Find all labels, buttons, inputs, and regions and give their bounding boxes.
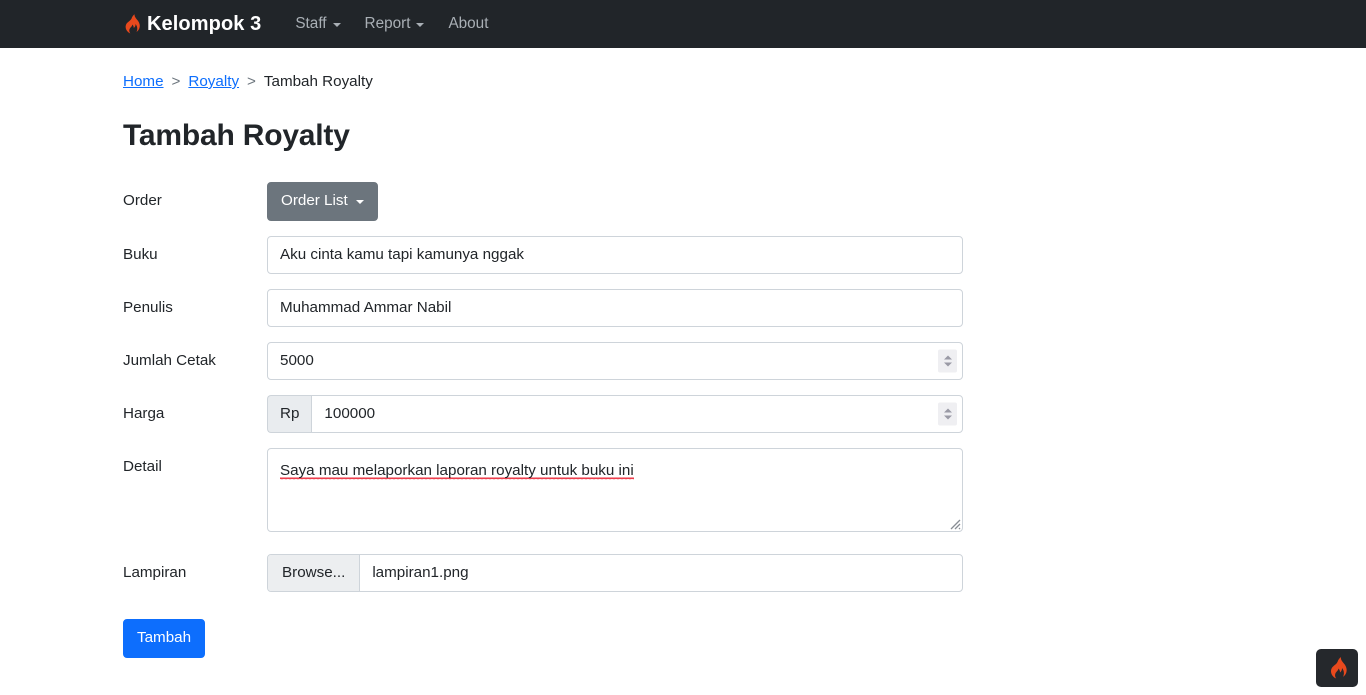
field-detail: Saya mau melaporkan laporan royalty untu… (267, 447, 963, 532)
breadcrumb-item-current: Tambah Royalty (263, 73, 373, 90)
form-row-harga: Harga Rp (123, 394, 1243, 433)
breadcrumb-item-home[interactable]: Home (123, 73, 164, 90)
stepper-up-icon[interactable] (943, 355, 952, 360)
form-row-lampiran: Lampiran Browse... lampiran1.png (123, 553, 1243, 592)
field-order: Order List (267, 182, 963, 221)
lampiran-file-input[interactable]: Browse... lampiran1.png (267, 553, 963, 592)
breadcrumb-separator: > (171, 73, 181, 90)
field-harga: Rp (267, 394, 963, 433)
label-lampiran: Lampiran (123, 563, 187, 581)
brand-logo-link[interactable]: Kelompok 3 (123, 13, 261, 36)
harga-currency-prefix: Rp (267, 394, 312, 433)
jumlah-cetak-input[interactable] (267, 341, 963, 380)
top-navbar: Kelompok 3 Staff Report About (0, 0, 1366, 48)
nav-item-report[interactable]: Report (353, 9, 437, 39)
page-container: Home > Royalty > Tambah Royalty Tambah R… (0, 48, 1366, 658)
field-lampiran: Browse... lampiran1.png (267, 553, 963, 592)
form-row-order: Order Order List (123, 182, 1243, 221)
field-buku (267, 235, 963, 274)
penulis-input[interactable] (267, 288, 963, 327)
flame-icon (1328, 657, 1347, 679)
nav-item-staff-label: Staff (295, 15, 327, 32)
breadcrumb-item-royalty[interactable]: Royalty (188, 73, 239, 90)
order-list-dropdown-label: Order List (281, 192, 348, 209)
field-penulis (267, 288, 963, 327)
breadcrumb: Home > Royalty > Tambah Royalty (123, 48, 1243, 90)
chevron-down-icon (355, 200, 364, 205)
order-list-dropdown-button[interactable]: Order List (267, 182, 378, 221)
nav-item-about-label: About (448, 15, 489, 32)
stepper-down-icon[interactable] (943, 415, 952, 420)
nav-item-report-label: Report (364, 15, 411, 32)
tambah-submit-label: Tambah (137, 628, 192, 646)
browse-button[interactable]: Browse... (268, 554, 361, 591)
textarea-resize-handle[interactable] (947, 516, 961, 530)
tambah-royalty-form: Order Order List Buku Penulis Jumla (123, 182, 1243, 658)
breadcrumb-separator: > (247, 73, 256, 90)
stepper-down-icon[interactable] (943, 362, 952, 367)
lampiran-file-name: lampiran1.png (372, 564, 469, 582)
nav-item-staff[interactable]: Staff (283, 9, 352, 39)
form-row-penulis: Penulis (123, 288, 1243, 327)
chevron-down-icon (332, 23, 341, 27)
label-harga: Harga (123, 404, 165, 422)
label-order: Order (123, 192, 162, 209)
detail-textarea[interactable] (267, 447, 963, 532)
buku-input[interactable] (267, 235, 963, 274)
form-row-buku: Buku (123, 235, 1243, 274)
form-row-jumlah-cetak: Jumlah Cetak (123, 341, 1243, 380)
chevron-down-icon (416, 23, 425, 27)
form-row-detail: Detail Saya mau melaporkan laporan royal… (123, 447, 1243, 532)
label-penulis: Penulis (123, 298, 173, 316)
jumlah-cetak-stepper[interactable] (938, 349, 957, 373)
nav-item-about[interactable]: About (436, 9, 500, 39)
label-detail: Detail (123, 457, 162, 475)
label-jumlah-cetak: Jumlah Cetak (123, 351, 216, 369)
harga-input[interactable] (311, 394, 963, 433)
harga-stepper[interactable] (938, 402, 957, 426)
stepper-up-icon[interactable] (943, 408, 952, 413)
field-jumlah-cetak (267, 341, 963, 380)
tambah-submit-button[interactable]: Tambah (123, 618, 206, 658)
harga-input-group: Rp (267, 394, 963, 433)
page-title: Tambah Royalty (123, 119, 350, 152)
flame-icon (123, 14, 140, 34)
brand-text: Kelompok 3 (147, 12, 262, 35)
label-buku: Buku (123, 245, 158, 263)
floating-flame-widget[interactable] (1316, 649, 1358, 687)
form-row-submit: Tambah (123, 618, 1243, 658)
